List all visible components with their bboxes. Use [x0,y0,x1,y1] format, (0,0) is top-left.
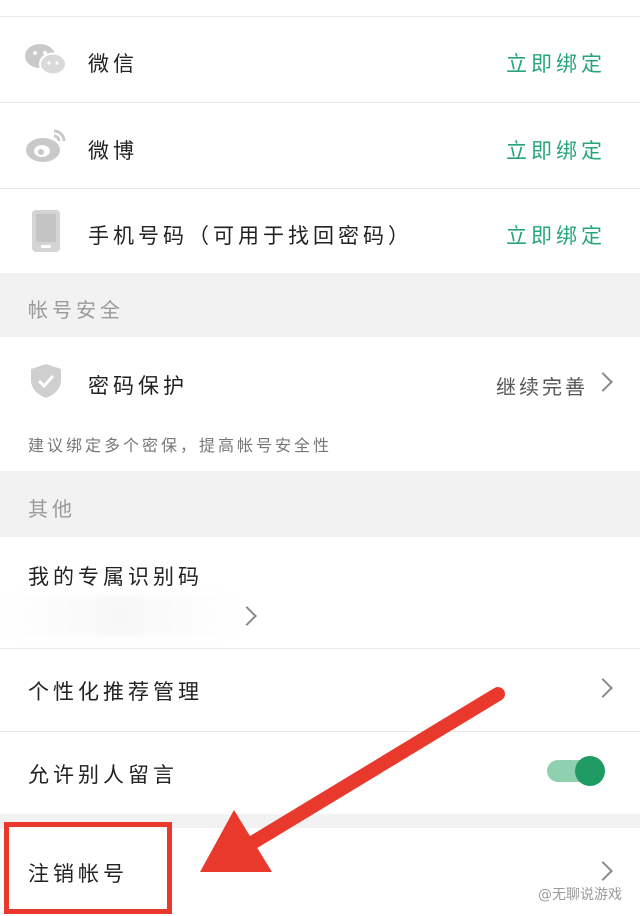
watermark: @无聊说游戏 [538,887,622,903]
annotation-arrow [200,687,505,872]
